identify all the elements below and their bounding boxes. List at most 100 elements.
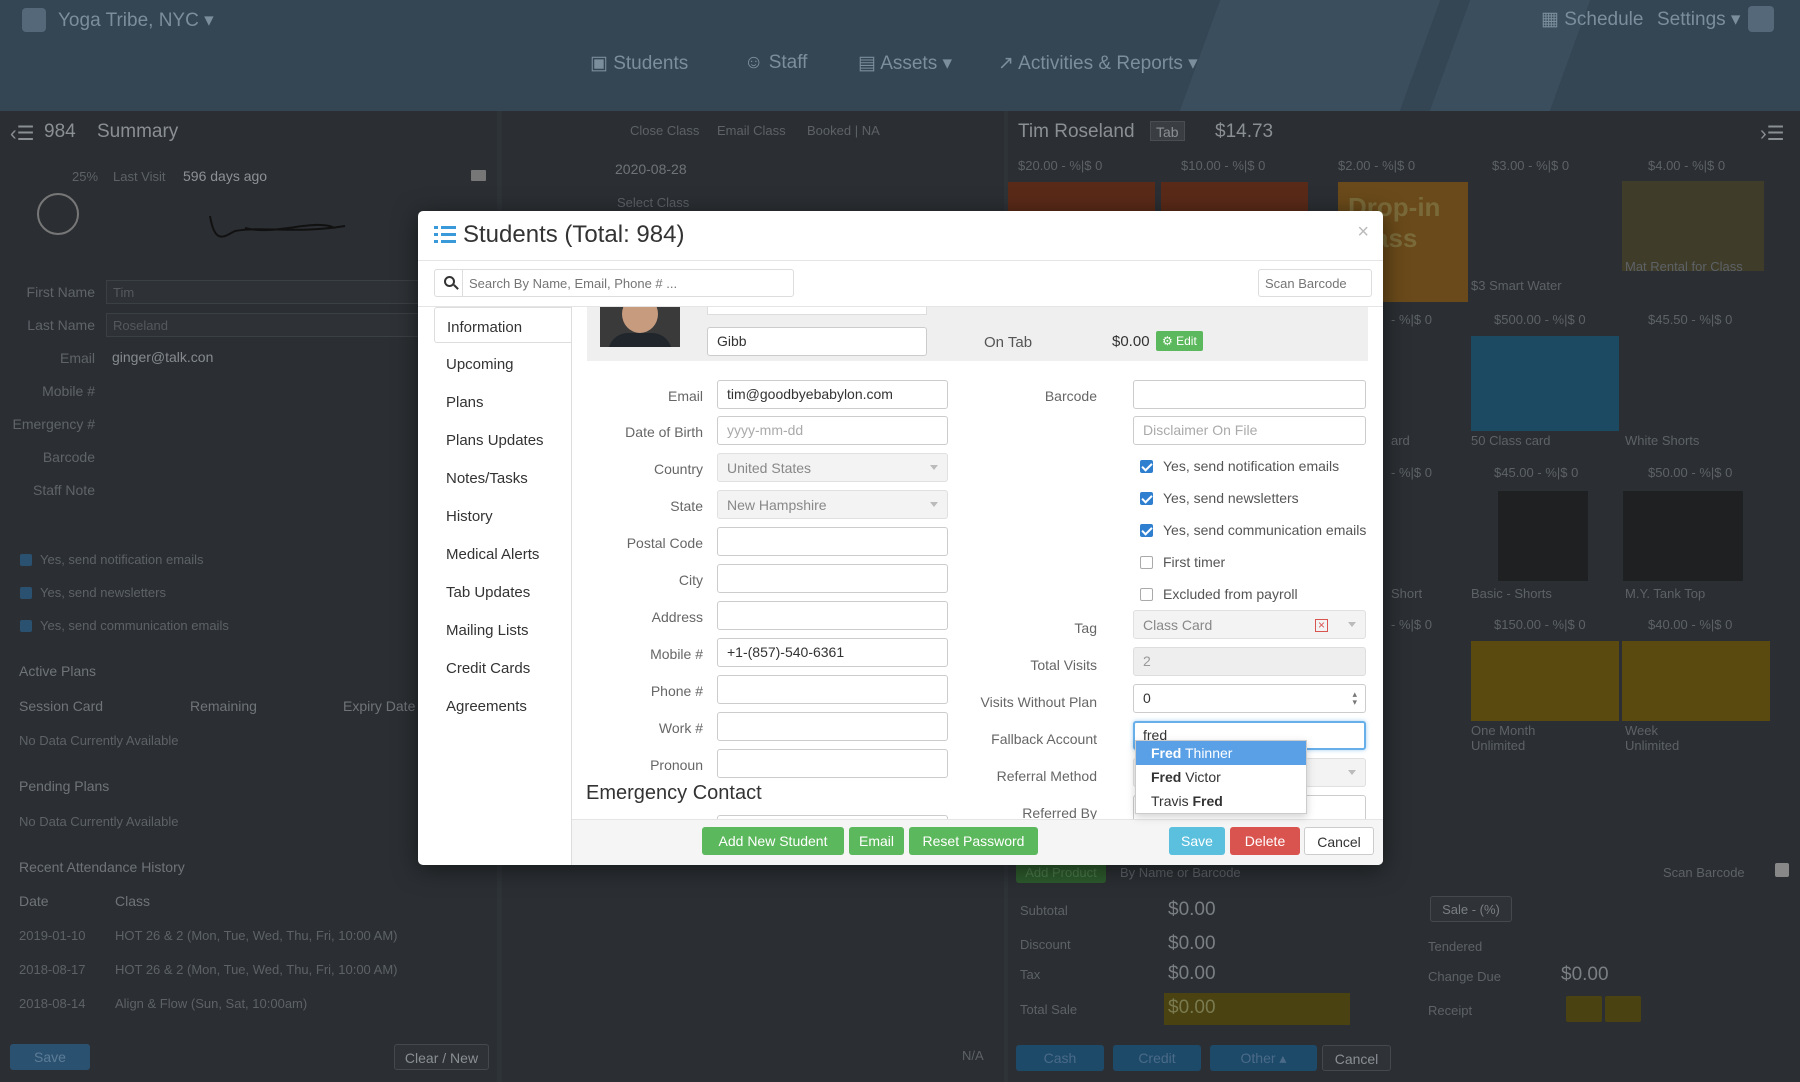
save-button[interactable]: Save — [1169, 827, 1225, 855]
edit-tab-button[interactable]: ⚙ Edit — [1156, 331, 1203, 351]
newsletter-checkbox[interactable] — [20, 587, 32, 599]
last-name-field[interactable]: Roseland — [106, 313, 426, 337]
scan-barcode-input[interactable] — [1258, 269, 1372, 297]
tile-price: $45.00 - %|$ 0 — [1494, 465, 1579, 480]
pronoun-input[interactable] — [717, 749, 948, 778]
suggestion-item[interactable]: Fred Victor — [1136, 765, 1306, 789]
tile-name: White Shorts — [1625, 433, 1700, 448]
tab-badge[interactable]: Tab — [1150, 121, 1185, 141]
close-icon[interactable]: × — [1357, 221, 1369, 244]
mobile-input[interactable]: +1-(857)-540-6361 — [717, 638, 948, 667]
tab-information[interactable]: Information — [434, 307, 572, 343]
tab-notes-tasks[interactable]: Notes/Tasks — [434, 459, 570, 495]
scan-barcode-input[interactable]: Scan Barcode — [1663, 865, 1745, 880]
menu-toggle-icon[interactable]: ‹☰ — [10, 121, 35, 146]
email-input[interactable]: tim@goodbyebabylon.com — [717, 380, 948, 409]
tab-medical-alerts[interactable]: Medical Alerts — [434, 535, 570, 571]
communication-checkbox[interactable] — [20, 620, 32, 632]
tile-image[interactable] — [1498, 491, 1588, 581]
last-name-input[interactable]: Gibb — [707, 327, 927, 356]
save-icon[interactable] — [1775, 863, 1789, 877]
menu-toggle-icon[interactable]: ›☰ — [1760, 121, 1785, 146]
user-avatar[interactable] — [1748, 6, 1774, 32]
nav-students[interactable]: ▣ Students — [590, 52, 688, 75]
tile-image[interactable] — [1622, 181, 1764, 271]
sale-discount-button[interactable]: Sale - (%) — [1430, 896, 1512, 922]
settings-menu[interactable]: Settings ▾ — [1657, 8, 1740, 31]
excluded-payroll-checkbox[interactable] — [1140, 588, 1153, 601]
city-input[interactable] — [717, 564, 948, 593]
nav-assets[interactable]: ▤ Assets ▾ — [858, 52, 952, 75]
print-receipt-icon[interactable] — [1605, 996, 1641, 1022]
first-name-field[interactable]: Tim — [106, 280, 426, 304]
add-product-button[interactable]: Add Product — [1016, 863, 1106, 883]
studio-switcher[interactable]: Yoga Tribe, NYC ▾ — [58, 9, 214, 32]
reset-password-button[interactable]: Reset Password — [909, 827, 1038, 855]
email-receipt-icon[interactable] — [1566, 996, 1602, 1022]
schedule-link[interactable]: ▦ Schedule — [1541, 8, 1643, 31]
delete-button[interactable]: Delete — [1230, 827, 1300, 855]
disclaimer-input[interactable]: Disclaimer On File — [1133, 416, 1366, 445]
class-date[interactable]: 2020-08-28 — [615, 161, 687, 177]
tag-select[interactable]: Class Card × — [1133, 610, 1366, 639]
tile-image[interactable] — [1471, 641, 1619, 721]
clear-tag-icon[interactable]: × — [1315, 619, 1328, 632]
tile-price: $2.00 - %|$ 0 — [1338, 158, 1416, 173]
email-value: ginger@talk.con — [112, 349, 214, 365]
suggestion-item[interactable]: Fred Thinner — [1136, 741, 1306, 765]
total-sale-value: $0.00 — [1164, 993, 1350, 1025]
product-search-input[interactable]: By Name or Barcode — [1120, 865, 1241, 880]
tab-plans[interactable]: Plans — [434, 383, 570, 419]
credit-button[interactable]: Credit — [1113, 1045, 1201, 1071]
student-photo[interactable] — [600, 307, 680, 347]
tile-image[interactable] — [1471, 336, 1619, 431]
no-data-text: No Data Currently Available — [19, 814, 179, 829]
tab-plans-updates[interactable]: Plans Updates — [434, 421, 570, 457]
stepper-icon[interactable]: ▴ ▾ — [1352, 690, 1357, 707]
tile-price: - %|$ 0 — [1391, 617, 1432, 632]
na-text: N/A — [962, 1048, 984, 1063]
visits-without-plan-label: Visits Without Plan — [980, 694, 1097, 710]
cash-button[interactable]: Cash — [1016, 1045, 1104, 1071]
phone-input[interactable] — [717, 675, 948, 704]
first-timer-checkbox[interactable] — [1140, 556, 1153, 569]
country-select[interactable]: United States — [717, 453, 948, 482]
tab-mailing-lists[interactable]: Mailing Lists — [434, 611, 570, 647]
tab-agreements[interactable]: Agreements — [434, 687, 570, 723]
postal-code-input[interactable] — [717, 527, 948, 556]
summary-save-button[interactable]: Save — [10, 1044, 90, 1070]
close-class-link[interactable]: Close Class — [630, 123, 699, 138]
visits-without-plan-input[interactable]: 0 ▴ ▾ — [1133, 684, 1366, 713]
nav-staff[interactable]: ☺ Staff — [744, 52, 807, 74]
student-search-input[interactable] — [465, 270, 790, 296]
nav-activities-reports[interactable]: ↗ Activities & Reports ▾ — [998, 52, 1198, 75]
barcode-input[interactable] — [1133, 380, 1366, 409]
signature-image — [209, 215, 346, 238]
other-payment-button[interactable]: Other ▴ — [1210, 1045, 1317, 1071]
profile-header — [587, 307, 1368, 361]
dob-input[interactable]: yyyy-mm-dd — [717, 416, 948, 445]
tile-name: Week Unlimited — [1625, 723, 1680, 753]
tab-credit-cards[interactable]: Credit Cards — [434, 649, 570, 685]
select-class-dropdown[interactable]: Select Class — [617, 195, 689, 210]
tile-image[interactable] — [1623, 491, 1743, 581]
notification-emails-checkbox[interactable] — [1140, 460, 1153, 473]
notification-checkbox[interactable] — [20, 554, 32, 566]
clear-new-button[interactable]: Clear / New — [394, 1044, 489, 1070]
cancel-button[interactable]: Cancel — [1304, 827, 1374, 855]
email-class-link[interactable]: Email Class — [717, 123, 786, 138]
suggestion-item[interactable]: Travis Fred — [1136, 789, 1306, 813]
address-input[interactable] — [717, 601, 948, 630]
tab-tab-updates[interactable]: Tab Updates — [434, 573, 570, 609]
work-phone-input[interactable] — [717, 712, 948, 741]
pos-cancel-button[interactable]: Cancel — [1322, 1045, 1391, 1071]
newsletters-checkbox[interactable] — [1140, 492, 1153, 505]
email-button[interactable]: Email — [849, 827, 904, 855]
communication-emails-checkbox[interactable] — [1140, 524, 1153, 537]
tile-image[interactable] — [1622, 641, 1770, 721]
id-card-icon[interactable] — [471, 170, 486, 181]
add-new-student-button[interactable]: Add New Student — [702, 827, 844, 855]
state-select[interactable]: New Hampshire — [717, 490, 948, 519]
tab-history[interactable]: History — [434, 497, 570, 533]
tab-upcoming[interactable]: Upcoming — [434, 345, 570, 381]
